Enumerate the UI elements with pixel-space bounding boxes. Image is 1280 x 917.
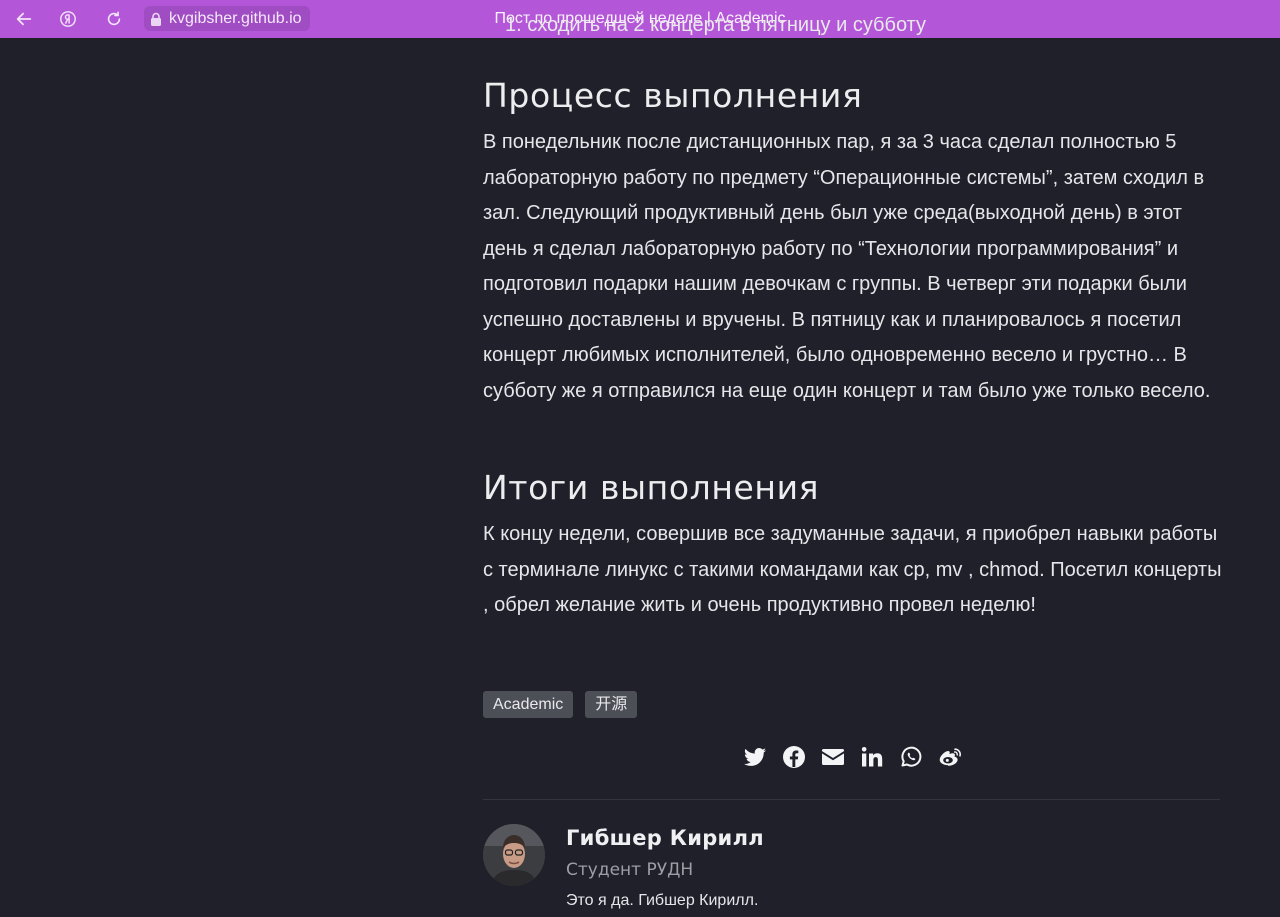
author-role: Студент РУДН: [566, 860, 694, 880]
twitter-icon[interactable]: [742, 744, 768, 770]
avatar[interactable]: [483, 824, 545, 886]
section-heading-process: Процесс выполнения: [483, 76, 863, 115]
share-buttons: [742, 744, 963, 770]
linkedin-icon[interactable]: [859, 744, 885, 770]
divider: [483, 799, 1220, 800]
reload-icon[interactable]: [101, 6, 127, 32]
author-name[interactable]: Гибшер Кирилл: [566, 826, 764, 850]
section-heading-results: Итоги выполнения: [483, 468, 820, 507]
previous-list-item-text: 1. сходить на 2 концерта в пятницу и суб…: [505, 17, 927, 36]
url-text: kvgibsher.github.io: [169, 9, 302, 27]
whatsapp-icon[interactable]: [898, 744, 924, 770]
tag-open-source[interactable]: 开源: [585, 691, 638, 718]
section-text-process: В понедельник после дистанционных пар, я…: [483, 131, 1211, 402]
yandex-icon[interactable]: [55, 6, 81, 32]
lock-icon: [151, 12, 161, 26]
tag-list: Academic 开源: [483, 691, 638, 718]
tag-academic[interactable]: Academic: [483, 691, 574, 718]
facebook-icon[interactable]: [781, 744, 807, 770]
address-bar[interactable]: kvgibsher.github.io: [144, 6, 310, 31]
section-text-results: К концу недели, совершив все задуманные …: [483, 523, 1222, 616]
email-icon[interactable]: [820, 744, 846, 770]
weibo-icon[interactable]: [937, 744, 963, 770]
previous-list-item: 1. сходить на 2 концерта в пятницу и суб…: [483, 17, 1228, 38]
author-bio: Это я да. Гибшер Кирилл.: [566, 892, 759, 909]
back-arrow-icon[interactable]: [11, 6, 37, 32]
